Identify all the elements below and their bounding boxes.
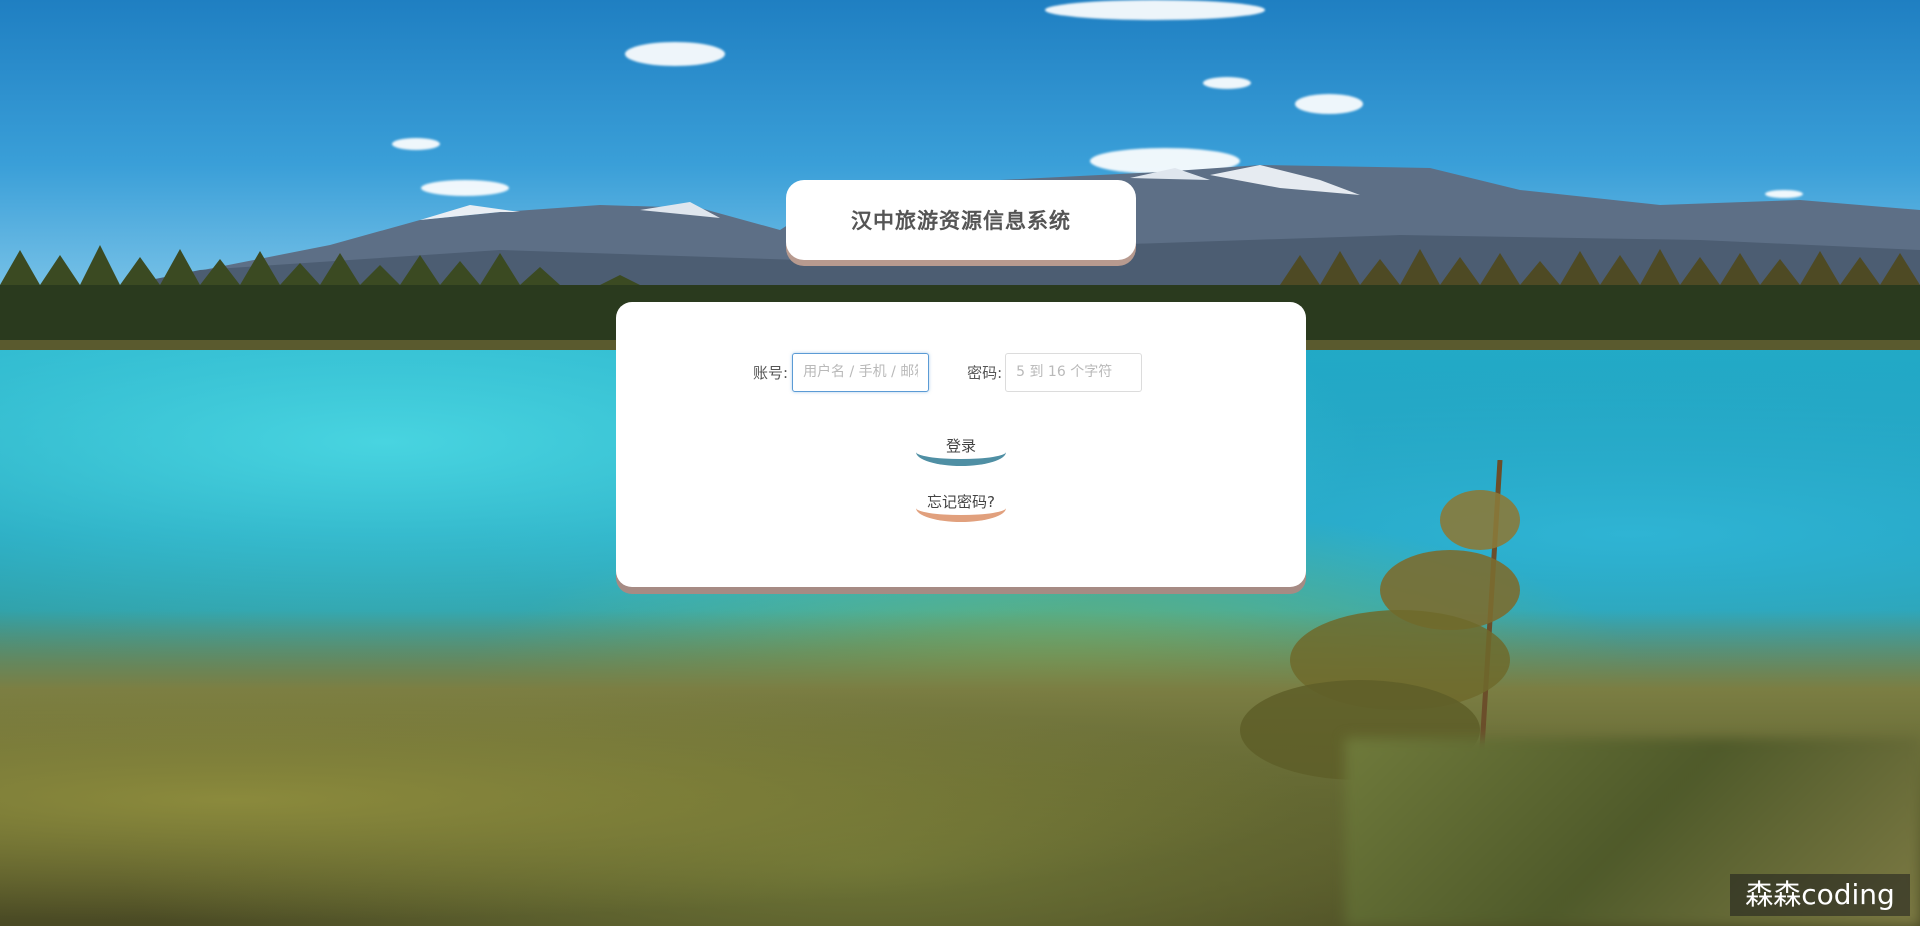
login-panel: 账号: 密码: 登录 忘记密码? [616, 302, 1306, 587]
cloud [1203, 77, 1251, 89]
credentials-row: 账号: 密码: [753, 352, 1173, 392]
cloud [625, 42, 725, 66]
cloud [1295, 94, 1363, 114]
password-label: 密码: [967, 363, 1003, 382]
account-label: 账号: [753, 363, 789, 382]
title-card: 汉中旅游资源信息系统 [786, 180, 1136, 260]
watermark: 森森coding [1730, 874, 1910, 916]
page-title: 汉中旅游资源信息系统 [851, 209, 1071, 233]
cloud [1045, 0, 1265, 20]
cloud [392, 138, 440, 150]
forgot-password-button[interactable]: 忘记密码? [916, 488, 1006, 522]
account-input[interactable] [792, 352, 930, 392]
login-button[interactable]: 登录 [916, 432, 1006, 466]
password-input[interactable] [1005, 352, 1143, 392]
